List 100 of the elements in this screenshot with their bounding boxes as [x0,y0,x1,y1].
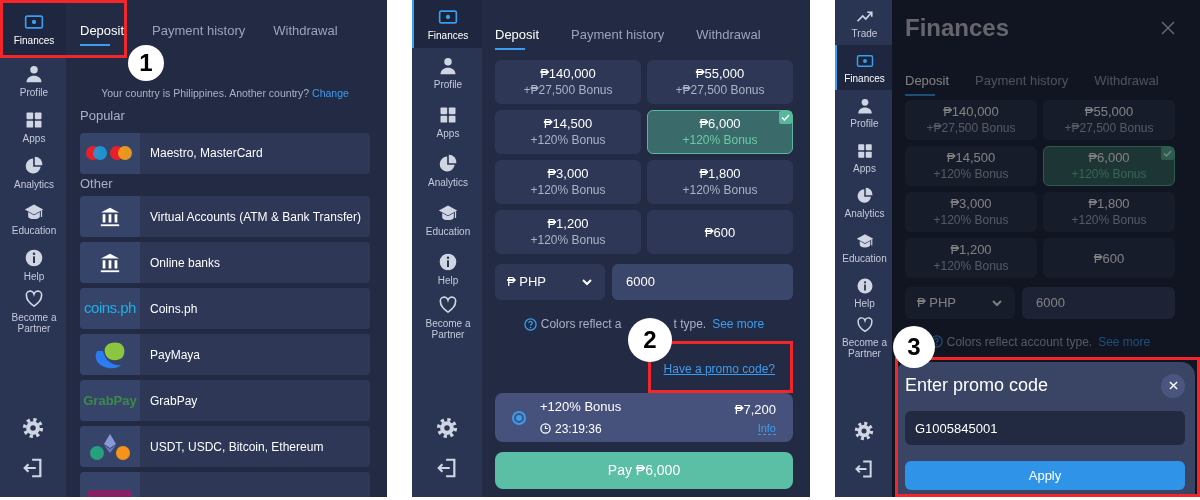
sidebar-item[interactable]: Become a Partner [0,288,66,334]
amount-option[interactable]: ₱6,000 +120% Bonus [647,110,793,154]
crypto-coins-icon [89,432,131,461]
sidebar-item[interactable]: Become a Partner [412,293,482,342]
note-text: t type. [673,316,707,333]
info-icon [855,276,874,295]
card-logos-icon [85,144,135,162]
sidebar-item[interactable]: Profile [0,58,66,104]
tab[interactable]: Withdrawal [696,24,761,50]
user-icon [24,64,44,84]
close-icon[interactable] [1161,20,1175,35]
heart-icon [438,295,458,315]
pie-chart-icon [24,156,44,176]
sidebar-item[interactable]: Education [0,196,66,242]
step-number: 1 [128,45,164,81]
sidebar-item[interactable]: Finances [412,0,482,48]
payment-method[interactable]: PayMaya [80,334,370,375]
see-more-link[interactable]: See more [712,315,765,333]
sidebar-item[interactable]: Become a Partner [835,315,892,360]
amount-option[interactable]: ₱140,000 +₱27,500 Bonus [905,100,1037,140]
tab[interactable]: Deposit [905,70,950,96]
sheet-title: Enter promo code [905,374,1049,397]
amount-option[interactable]: ₱600 [1043,238,1175,278]
tab[interactable]: Deposit [80,20,125,46]
close-icon [1168,381,1178,390]
logout-icon[interactable] [436,457,458,479]
amount-option[interactable]: ₱14,500 +120% Bonus [495,110,641,154]
payment-method[interactable]: GrabPay GrabPay [80,380,370,421]
sidebar-item[interactable]: Analytics [0,150,66,196]
payment-method[interactable]: Maestro, MasterCard [80,132,370,174]
bank-icon [99,251,121,274]
tab[interactable]: Withdrawal [273,20,338,46]
sidebar-item[interactable]: Profile [835,90,892,135]
info-icon [438,251,458,272]
logout-icon[interactable] [853,459,874,479]
amount-option[interactable]: ₱140,000 +₱27,500 Bonus [495,60,641,104]
pie-chart-icon [438,153,458,174]
heart-icon [855,316,874,334]
payment-method[interactable]: USDT, USDC, Bitcoin, Ethereum [80,426,370,467]
grid-icon [855,141,874,160]
sidebar-item[interactable]: Analytics [835,180,892,225]
tab[interactable]: Payment history [571,24,665,50]
currency-dropdown[interactable]: ₱ PHP [905,287,1015,319]
bonus-title: +120% Bonus [540,398,622,417]
panel-title: Finances [905,12,1010,43]
user-icon [855,96,874,115]
currency-dropdown[interactable]: ₱ PHP [495,264,605,300]
timer-text: 23:19:36 [555,420,602,438]
amount-option[interactable]: ₱55,000 +₱27,500 Bonus [647,60,793,104]
amount-option[interactable]: ₱1,200 +120% Bonus [495,210,641,254]
check-icon [779,111,792,124]
amount-field[interactable]: 6000 [612,264,793,300]
sidebar-item[interactable]: Apps [412,97,482,146]
sidebar-item[interactable]: Education [835,225,892,270]
logout-icon[interactable] [22,457,44,479]
amount-option[interactable]: ₱3,000 +120% Bonus [905,192,1037,232]
sidebar-item[interactable]: Finances [835,45,892,90]
settings-icon[interactable] [436,417,458,439]
amount-field[interactable]: 6000 [1022,287,1175,319]
graduation-cap-icon [24,202,44,222]
sidebar-item[interactable]: Trade [835,0,892,45]
sidebar-item[interactable]: Analytics [412,146,482,195]
close-button[interactable] [1161,373,1185,398]
amount-option[interactable]: ₱600 [647,210,793,254]
amount-option[interactable]: ₱55,000 +₱27,500 Bonus [1043,100,1175,140]
sidebar-item[interactable]: Help [835,270,892,315]
settings-icon[interactable] [853,421,874,441]
radio-button[interactable] [512,410,526,425]
bonus-offer-card[interactable]: +120% Bonus 23:19:36 ₱7,200 Info [495,393,793,442]
tab[interactable]: Deposit [495,24,540,50]
settings-icon[interactable] [22,417,44,439]
sidebar-item[interactable]: Apps [0,104,66,150]
sidebar-item[interactable]: Help [412,244,482,293]
amount-option[interactable]: ₱1,800 +120% Bonus [1043,192,1175,232]
change-link[interactable]: Change [312,87,349,100]
promo-code-field[interactable]: G1005845001 [905,411,1185,445]
amount-option[interactable]: ₱1,200 +120% Bonus [905,238,1037,278]
payment-method[interactable]: Online banks [80,242,370,283]
amount-option[interactable]: ₱1,800 +120% Bonus [647,160,793,204]
grid-icon [24,110,44,130]
promo-code-link[interactable]: Have a promo code? [663,360,775,378]
user-icon [438,55,458,76]
pie-chart-icon [855,186,874,205]
sidebar-item[interactable]: Apps [835,135,892,180]
amount-option[interactable]: ₱3,000 +120% Bonus [495,160,641,204]
sidebar-item[interactable]: Education [412,195,482,244]
step-number: 2 [628,318,672,362]
heart-icon [24,288,44,309]
coins-logo: coins.ph [84,298,136,319]
step-number: 3 [893,326,935,368]
banknote-icon [438,7,458,27]
sidebar-item[interactable]: Help [0,242,66,288]
payment-method[interactable]: coins.ph Coins.ph [80,288,370,329]
note-text: Colors reflect account type. [946,333,1093,351]
payment-method[interactable]: Virtual Accounts (ATM & Bank Transfer) [80,196,370,237]
section-heading: Other [80,174,113,193]
amount-option[interactable]: ₱14,500 +120% Bonus [905,146,1037,186]
sidebar-item[interactable]: Profile [412,48,482,97]
chevron-down-icon [581,276,593,288]
tab[interactable]: Payment history [152,20,246,46]
